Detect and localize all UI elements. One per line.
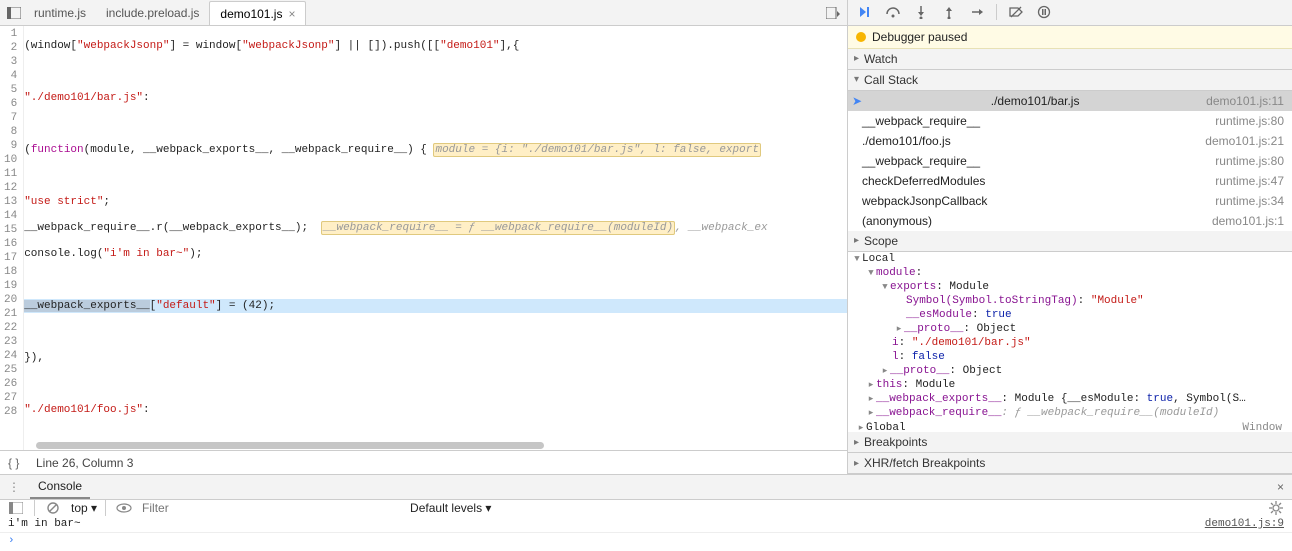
close-drawer-icon[interactable]: ×	[1277, 480, 1284, 494]
stack-frame[interactable]: webpackJsonpCallbackruntime.js:34	[848, 191, 1292, 211]
clear-console-icon[interactable]	[43, 501, 63, 515]
stack-frame[interactable]: checkDeferredModulesruntime.js:47	[848, 171, 1292, 191]
code-editor[interactable]: 1234567891011121314151617181920212223242…	[0, 26, 847, 450]
console-drawer-tabbar: ⋮ Console ×	[0, 474, 1292, 499]
stack-frame[interactable]: ➤./demo101/bar.jsdemo101.js:11	[848, 91, 1292, 111]
callstack-section[interactable]: ▾Call Stack	[848, 70, 1292, 91]
tab-include-preload[interactable]: include.preload.js	[96, 1, 209, 24]
scope-tree[interactable]: ▼Local ▼module: ▼exports: Module Symbol(…	[848, 252, 1292, 432]
pause-indicator-icon	[856, 32, 866, 42]
close-icon[interactable]: ×	[288, 7, 295, 21]
debugger-paused-banner: Debugger paused	[848, 26, 1292, 49]
debug-toolbar	[848, 0, 1292, 26]
drawer-menu-icon[interactable]: ⋮	[8, 480, 20, 494]
scope-section[interactable]: ▸Scope	[848, 231, 1292, 252]
console-settings-icon[interactable]	[1266, 501, 1286, 515]
horizontal-scrollbar[interactable]	[36, 442, 544, 449]
console-source-link[interactable]: demo101.js:9	[1205, 518, 1284, 530]
console-output[interactable]: i'm in bar~ demo101.js:9 ›	[0, 516, 1292, 549]
resume-icon[interactable]	[854, 2, 876, 22]
console-message: i'm in bar~	[8, 518, 81, 530]
pause-on-exceptions-icon[interactable]	[1033, 2, 1055, 22]
editor-tabbar: runtime.js include.preload.js demo101.js…	[0, 0, 847, 26]
more-tabs-icon[interactable]	[823, 3, 843, 23]
console-tab[interactable]: Console	[30, 475, 90, 499]
cursor-position: Line 26, Column 3	[36, 456, 133, 470]
deactivate-breakpoints-icon[interactable]	[1005, 2, 1027, 22]
xhr-breakpoints-section[interactable]: ▸XHR/fetch Breakpoints	[848, 453, 1292, 474]
console-prompt[interactable]: ›	[0, 533, 1292, 549]
stack-frame[interactable]: __webpack_require__runtime.js:80	[848, 151, 1292, 171]
braces-icon[interactable]: { }	[8, 456, 26, 470]
context-selector[interactable]: top ▾	[71, 501, 97, 515]
call-stack-list: ➤./demo101/bar.jsdemo101.js:11__webpack_…	[848, 91, 1292, 231]
breakpoints-section[interactable]: ▸Breakpoints	[848, 432, 1292, 453]
step-over-icon[interactable]	[882, 2, 904, 22]
console-filter-bar: top ▾ Default levels ▾	[0, 499, 1292, 516]
live-expression-icon[interactable]	[114, 502, 134, 514]
line-gutter: 1234567891011121314151617181920212223242…	[0, 26, 24, 450]
step-out-icon[interactable]	[938, 2, 960, 22]
tab-demo101[interactable]: demo101.js×	[209, 1, 306, 25]
stack-frame[interactable]: ./demo101/foo.jsdemo101.js:21	[848, 131, 1292, 151]
tab-runtime[interactable]: runtime.js	[24, 1, 96, 24]
stack-frame[interactable]: (anonymous)demo101.js:1	[848, 211, 1292, 231]
console-filter-input[interactable]	[142, 501, 402, 515]
step-into-icon[interactable]	[910, 2, 932, 22]
console-sidebar-icon[interactable]	[6, 502, 26, 514]
step-icon[interactable]	[966, 2, 988, 22]
log-levels-selector[interactable]: Default levels ▾	[410, 501, 491, 515]
status-bar: { } Line 26, Column 3	[0, 450, 847, 474]
watch-section[interactable]: ▸Watch	[848, 49, 1292, 70]
file-navigator-icon[interactable]	[4, 3, 24, 23]
stack-frame[interactable]: __webpack_require__runtime.js:80	[848, 111, 1292, 131]
